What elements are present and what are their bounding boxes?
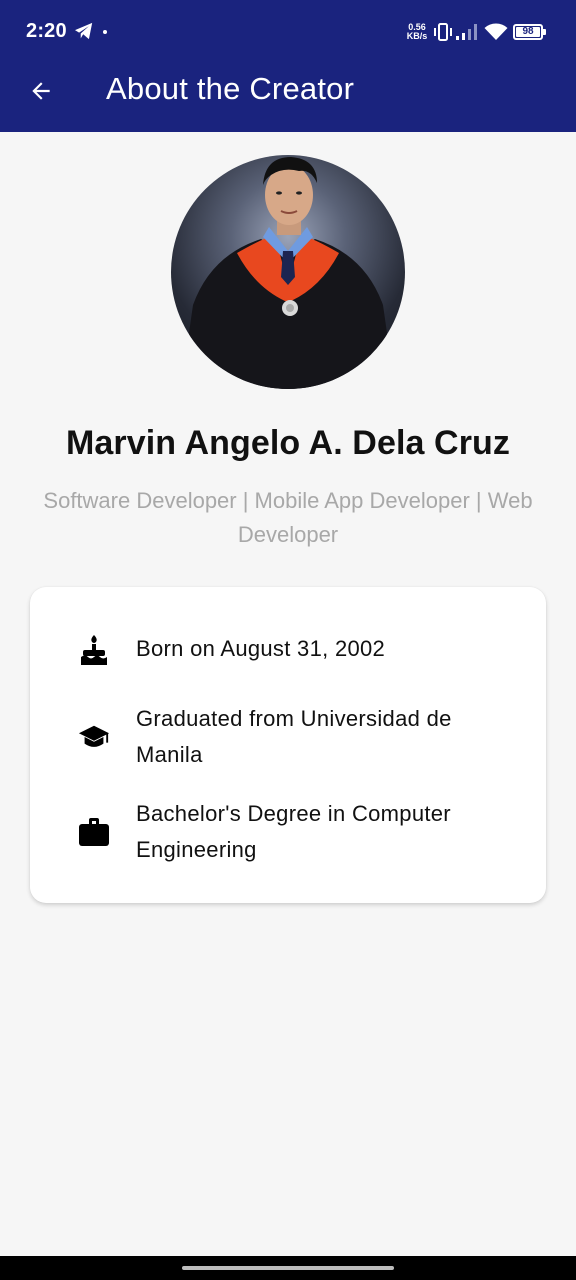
creator-role: Software Developer | Mobile App Develope… [43,488,533,547]
cake-icon [78,634,110,666]
status-time: 2:20 [26,20,67,42]
signal-icon [455,23,479,46]
info-text-education: Graduated from Universidad de Manila [136,706,452,767]
briefcase-icon [78,816,110,848]
graduation-cap-icon [78,721,110,753]
battery-icon: 98 [513,24,543,40]
network-speed-unit: KB/s [406,31,428,41]
notification-dot-icon [103,30,107,34]
vibrate-icon [433,23,453,46]
system-nav-bar [0,1256,576,1280]
battery-level: 98 [516,27,540,37]
info-text-birthdate: Born on August 31, 2002 [136,636,386,661]
info-text-degree: Bachelor's Degree in Computer Engineerin… [136,801,451,862]
status-bar: 2:20 0.56 KB/s 98 [0,0,576,62]
home-gesture-handle[interactable] [182,1266,394,1270]
avatar [171,155,405,389]
arrow-back-icon [28,78,54,109]
creator-name: Marvin Angelo A. Dela Cruz [65,424,511,462]
back-button[interactable] [20,72,62,114]
battery-tip [543,29,546,35]
page-title: About the Creator [106,71,355,106]
wifi-icon [484,22,508,47]
network-speed: 0.56 KB/s [404,23,430,41]
telegram-icon [74,22,94,45]
info-card: Born on August 31, 2002 Graduated from U… [30,587,546,903]
app-bar: About the Creator [0,62,576,132]
